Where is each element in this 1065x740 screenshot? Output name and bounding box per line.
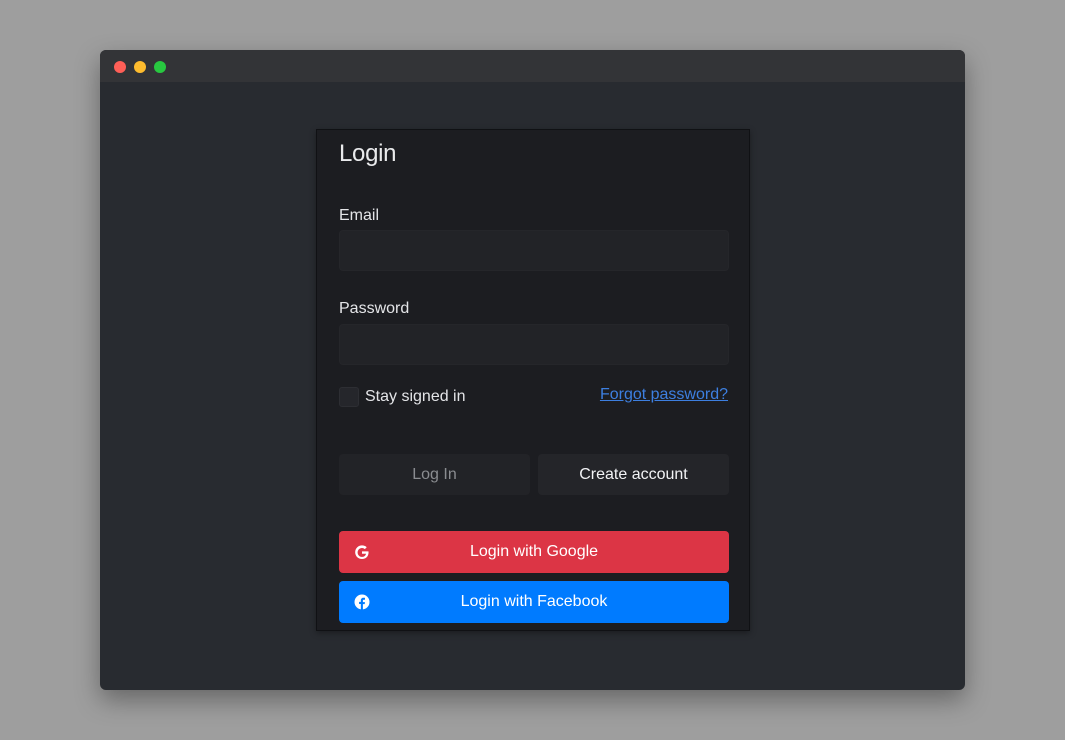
stay-signed-in-checkbox[interactable] xyxy=(339,387,359,407)
login-button[interactable]: Log In xyxy=(339,454,530,495)
forgot-password-link[interactable]: Forgot password? xyxy=(600,386,728,404)
close-window-button[interactable] xyxy=(114,61,126,73)
google-icon xyxy=(355,545,370,560)
password-field[interactable] xyxy=(339,324,729,365)
stay-signed-in-label[interactable]: Stay signed in xyxy=(365,388,466,406)
login-with-google-button[interactable]: Login with Google xyxy=(339,531,729,573)
facebook-icon xyxy=(354,594,370,610)
login-button-label: Log In xyxy=(412,465,457,483)
create-account-button-label: Create account xyxy=(579,465,688,483)
login-card: Login Email Password Stay signed in Forg… xyxy=(316,129,750,631)
minimize-window-button[interactable] xyxy=(134,61,146,73)
password-label: Password xyxy=(339,300,410,317)
email-field[interactable] xyxy=(339,230,729,271)
title-bar xyxy=(100,50,965,82)
email-label: Email xyxy=(339,207,380,224)
facebook-button-label: Login with Facebook xyxy=(460,593,608,610)
login-title: Login xyxy=(339,140,397,167)
app-window: Login Email Password Stay signed in Forg… xyxy=(100,50,965,690)
login-with-facebook-button[interactable]: Login with Facebook xyxy=(339,581,729,623)
create-account-button[interactable]: Create account xyxy=(538,454,729,495)
maximize-window-button[interactable] xyxy=(154,61,166,73)
google-button-label: Login with Google xyxy=(469,543,599,560)
